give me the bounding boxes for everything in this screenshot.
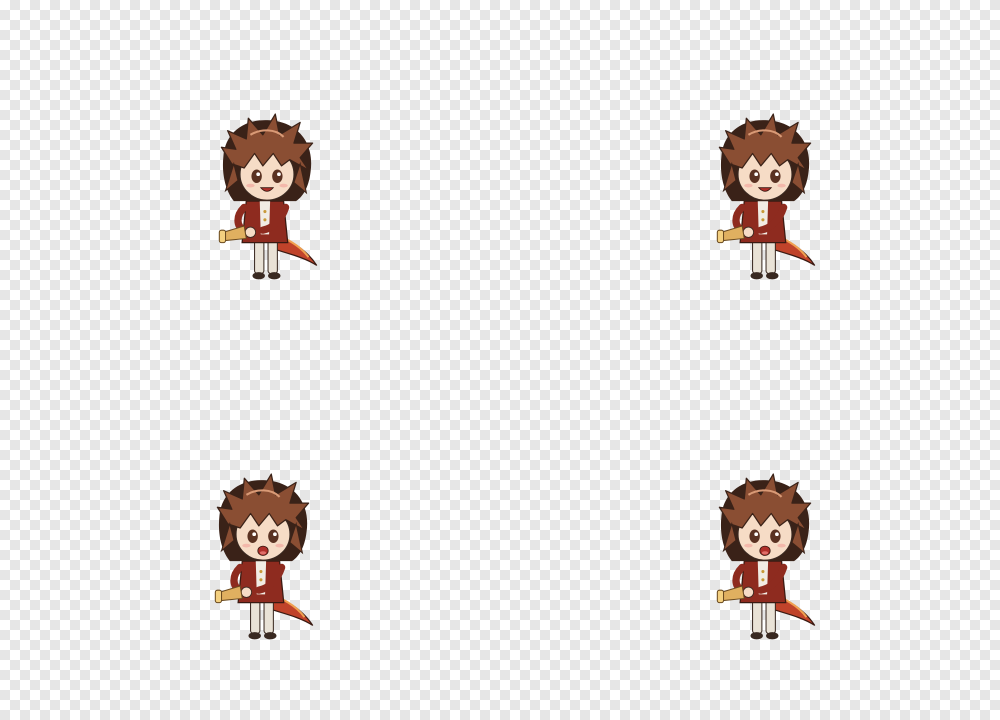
character-sprite-frame-3 (208, 472, 318, 642)
character-sprite-frame-4 (710, 472, 820, 642)
character-sprite-frame-2 (710, 112, 820, 282)
character-sprite-frame-1 (212, 112, 322, 282)
